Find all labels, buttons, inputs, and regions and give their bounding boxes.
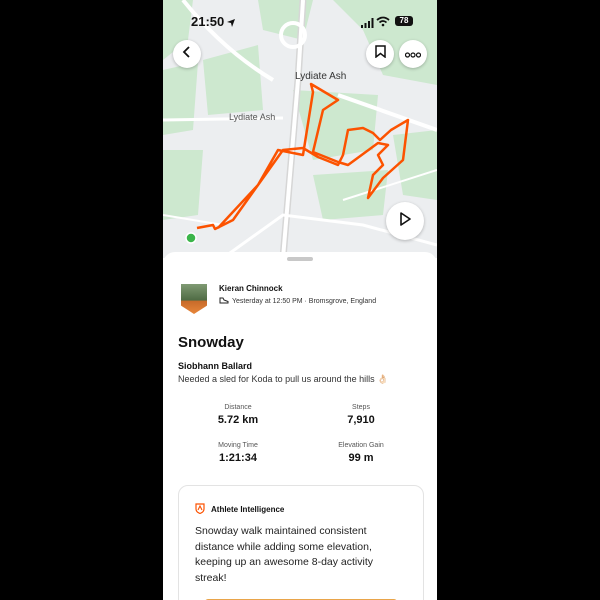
status-time: 21:50 <box>191 14 225 29</box>
companion-name[interactable]: Siobhann Ballard <box>178 361 252 371</box>
more-button[interactable] <box>399 40 427 68</box>
activity-meta: Yesterday at 12:50 PM · Bromsgrove, Engl… <box>219 297 376 306</box>
drag-handle[interactable] <box>287 257 313 261</box>
shoe-icon <box>219 297 229 306</box>
stat-value: 1:21:34 <box>219 452 257 464</box>
stat-elevation-gain: Elevation Gain 99 m <box>301 442 421 464</box>
athlete-name[interactable]: Kieran Chinnock <box>219 284 283 293</box>
stat-steps: Steps 7,910 <box>301 404 421 426</box>
stat-value: 5.72 km <box>217 414 259 426</box>
stat-label: Elevation Gain <box>338 442 384 449</box>
stat-label: Moving Time <box>218 442 258 449</box>
back-button[interactable] <box>173 40 201 68</box>
map-label-town-left: Lydiate Ash <box>229 112 276 122</box>
stat-label: Distance <box>224 404 252 411</box>
stat-value: 99 m <box>348 452 374 464</box>
wifi-icon <box>376 15 390 30</box>
stat-label: Steps <box>352 404 370 411</box>
bookmark-button[interactable] <box>366 40 394 68</box>
athlete-intelligence-title: Athlete Intelligence <box>211 505 285 514</box>
route-map[interactable]: Lydiate Ash Lydiate Ash 21:50 78 <box>163 0 437 258</box>
stat-moving-time: Moving Time 1:21:34 <box>178 442 298 464</box>
bookmark-icon <box>374 45 386 63</box>
status-bar: 21:50 78 <box>163 13 437 31</box>
play-flyover-button[interactable] <box>386 202 424 240</box>
activity-meta-text: Yesterday at 12:50 PM · Bromsgrove, Engl… <box>232 298 377 305</box>
signal-icon <box>361 16 374 31</box>
play-icon <box>399 211 411 231</box>
athlete-intelligence-card[interactable]: Athlete Intelligence Snowday walk mainta… <box>178 485 424 600</box>
activity-title: Snowday <box>178 334 244 351</box>
chevron-left-icon <box>182 45 192 63</box>
athlete-intelligence-text: Snowday walk maintained consistent dista… <box>195 525 374 584</box>
athlete-intelligence-icon <box>195 503 205 516</box>
activity-description: Needed a sled for Koda to pull us around… <box>178 374 389 384</box>
battery-icon: 78 <box>395 16 413 26</box>
stat-distance: Distance 5.72 km <box>178 404 298 426</box>
map-label-town-top: Lydiate Ash <box>295 71 347 82</box>
phone-screen: Lydiate Ash Lydiate Ash 21:50 78 Kieran … <box>163 0 437 600</box>
athlete-intelligence-header: Athlete Intelligence <box>195 503 284 516</box>
more-icon <box>404 45 422 63</box>
stat-value: 7,910 <box>347 414 375 426</box>
location-arrow-icon <box>226 16 236 31</box>
